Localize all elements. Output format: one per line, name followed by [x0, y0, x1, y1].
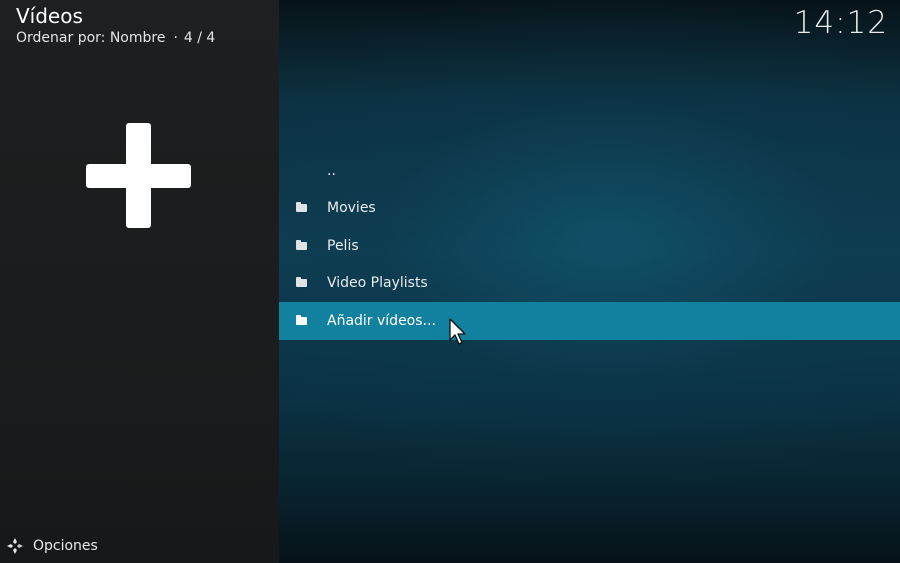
options-button[interactable]: Opciones	[6, 537, 98, 555]
plus-icon	[86, 123, 191, 228]
mouse-cursor-icon	[449, 318, 466, 345]
folder-icon	[296, 277, 307, 288]
left-pane	[0, 0, 279, 563]
folder-icon	[296, 202, 307, 213]
sort-info: Ordenar por: Nombre · 4 / 4	[16, 29, 215, 47]
folder-icon	[296, 314, 307, 325]
list-item-label: ..	[327, 162, 336, 179]
list-item-parent[interactable]: ..	[279, 152, 900, 190]
file-list: .. Movies Pelis Video Playlists Añadir v…	[279, 152, 900, 340]
list-item-label: Video Playlists	[327, 275, 428, 292]
list-item-label: Movies	[327, 200, 376, 217]
folder-icon	[296, 239, 307, 250]
separator: ·	[173, 30, 178, 46]
list-item-video-playlists[interactable]: Video Playlists	[279, 265, 900, 303]
list-item-label: Pelis	[327, 237, 359, 254]
list-item-add-videos[interactable]: Añadir vídeos...	[279, 302, 900, 340]
options-icon	[7, 538, 23, 554]
item-count: 4 / 4	[183, 30, 216, 46]
kodi-screen: Vídeos Ordenar por: Nombre · 4 / 4 14:12 .…	[0, 0, 900, 563]
list-item-label: Añadir vídeos...	[327, 312, 436, 329]
clock: 14:12	[793, 5, 888, 41]
list-item-pelis[interactable]: Pelis	[279, 227, 900, 265]
header: Vídeos Ordenar por: Nombre · 4 / 4	[16, 4, 215, 47]
sort-label: Ordenar por: Nombre	[16, 30, 166, 46]
list-item-movies[interactable]: Movies	[279, 190, 900, 228]
options-label: Opciones	[33, 538, 98, 554]
page-title: Vídeos	[16, 4, 83, 28]
